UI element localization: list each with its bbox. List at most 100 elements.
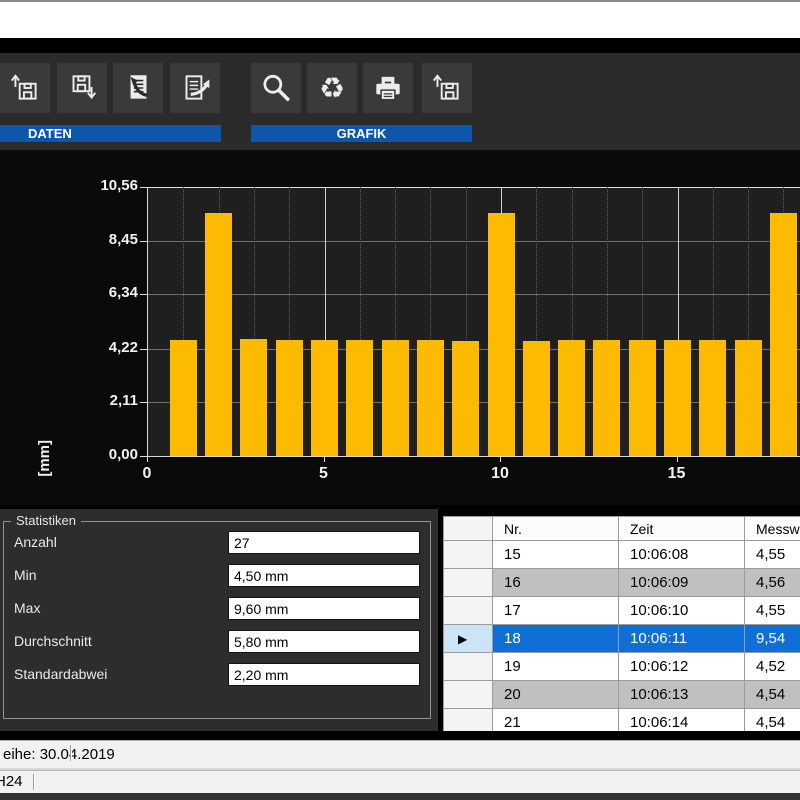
cell-zeit[interactable]: 10:06:11 <box>619 625 745 653</box>
y-tick-label: 0,00 <box>78 446 138 463</box>
import-document-button[interactable] <box>113 63 163 113</box>
row-selector-cell[interactable] <box>444 653 493 681</box>
chart-bar <box>382 340 409 456</box>
export-document-button[interactable] <box>170 63 220 113</box>
stat-label: Anzahl <box>14 534 57 550</box>
cell-nr[interactable]: 19 <box>493 653 619 681</box>
x-tick-label: 15 <box>655 465 699 483</box>
stat-value-field[interactable] <box>228 663 420 686</box>
table-row[interactable]: 2110:06:144,54 <box>444 709 800 732</box>
y-tick-mark <box>140 187 147 188</box>
table-row[interactable]: 2010:06:134,54 <box>444 681 800 709</box>
table-row[interactable]: 1710:06:104,55 <box>444 597 800 625</box>
chart-plot <box>147 187 800 457</box>
load-data-button[interactable] <box>0 63 50 113</box>
cell-messwert[interactable]: 4,52 <box>745 653 800 681</box>
cell-nr[interactable]: 17 <box>493 597 619 625</box>
cell-nr[interactable]: 18 <box>493 625 619 653</box>
cell-messwert[interactable]: 4,54 <box>745 709 800 732</box>
printer-icon <box>371 71 405 105</box>
bottom-section: Statistiken AnzahlMinMaxDurchschnittStan… <box>0 505 800 738</box>
toolbar: ♻ DATEN GRAFIK <box>0 53 800 150</box>
cell-zeit[interactable]: 10:06:08 <box>619 541 745 569</box>
print-button[interactable] <box>363 63 413 113</box>
cell-messwert[interactable]: 4,54 <box>745 681 800 709</box>
row-selector-cell[interactable] <box>444 681 493 709</box>
stat-value-field[interactable] <box>228 564 420 587</box>
row-selector-cell[interactable] <box>444 569 493 597</box>
cell-nr[interactable]: 20 <box>493 681 619 709</box>
cell-zeit[interactable]: 10:06:09 <box>619 569 745 597</box>
zoom-button[interactable] <box>251 63 301 113</box>
floppy-arrow-up-icon <box>8 71 42 105</box>
x-tick-mark <box>677 457 678 462</box>
y-tick-mark <box>140 241 147 242</box>
y-tick-label: 2,11 <box>78 392 138 409</box>
y-tick-mark <box>140 402 147 403</box>
document-arrow-out-icon <box>178 71 212 105</box>
x-tick-label: 0 <box>125 465 169 483</box>
y-tick-label: 4,22 <box>78 339 138 356</box>
row-selector-cell[interactable] <box>444 541 493 569</box>
status-device-id: H24 <box>0 771 23 793</box>
chart-bar <box>452 341 479 456</box>
y-tick-mark <box>140 294 147 295</box>
cell-zeit[interactable]: 10:06:13 <box>619 681 745 709</box>
y-tick-mark <box>140 456 147 457</box>
table-row[interactable]: 1910:06:124,52 <box>444 653 800 681</box>
status-separator <box>33 774 35 790</box>
toolbar-group-daten-label: DATEN <box>0 125 221 142</box>
chart-bar <box>735 340 762 456</box>
floppy-arrow-down-icon <box>65 71 99 105</box>
stat-label: Durchschnitt <box>14 633 92 649</box>
current-row-marker[interactable]: ▶ <box>444 625 493 653</box>
save-graphic-button[interactable] <box>422 63 472 113</box>
x-tick-mark <box>324 457 325 462</box>
column-header[interactable]: Messwert <box>745 517 800 541</box>
cell-nr[interactable]: 15 <box>493 541 619 569</box>
column-header[interactable]: Nr. <box>493 517 619 541</box>
cell-zeit[interactable]: 10:06:12 <box>619 653 745 681</box>
row-selector-cell[interactable] <box>444 709 493 732</box>
cell-zeit[interactable]: 10:06:14 <box>619 709 745 732</box>
chart-bar <box>240 339 267 456</box>
save-data-button[interactable] <box>57 63 107 113</box>
table-row[interactable]: ▶1810:06:119,54 <box>444 625 800 653</box>
cell-messwert[interactable]: 4,55 <box>745 541 800 569</box>
x-tick-mark <box>147 457 148 462</box>
chart-bar <box>488 213 515 456</box>
status-bar-top: eihe: 30.04.2019 <box>0 740 800 768</box>
table-row[interactable]: 1510:06:084,55 <box>444 541 800 569</box>
document-arrow-in-icon <box>121 71 155 105</box>
stat-value-field[interactable] <box>228 630 420 653</box>
statistics-panel: Statistiken AnzahlMinMaxDurchschnittStan… <box>0 509 438 731</box>
app-title-bar <box>0 38 800 53</box>
stat-label: Min <box>14 567 37 583</box>
y-tick-label: 10,56 <box>78 177 138 194</box>
refresh-button[interactable]: ♻ <box>307 63 357 113</box>
stat-value-field[interactable] <box>228 597 420 620</box>
chart-bar <box>276 340 303 456</box>
cell-messwert[interactable]: 9,54 <box>745 625 800 653</box>
table-row[interactable]: 1610:06:094,56 <box>444 569 800 597</box>
column-header[interactable]: Zeit <box>619 517 745 541</box>
cell-nr[interactable]: 16 <box>493 569 619 597</box>
x-tick-label: 10 <box>478 465 522 483</box>
stat-value-field[interactable] <box>228 531 420 554</box>
row-selector-cell[interactable] <box>444 597 493 625</box>
floppy-arrow-up-icon <box>430 71 464 105</box>
chart-bar <box>311 340 338 456</box>
chart-bar <box>770 213 797 456</box>
recycle-icon: ♻ <box>319 74 345 103</box>
row-selector-header <box>444 517 493 541</box>
cell-messwert[interactable]: 4,56 <box>745 569 800 597</box>
statistics-groupbox: Statistiken AnzahlMinMaxDurchschnittStan… <box>3 521 431 719</box>
y-axis-title: [mm] <box>36 440 53 477</box>
cell-messwert[interactable]: 4,55 <box>745 597 800 625</box>
cell-zeit[interactable]: 10:06:10 <box>619 597 745 625</box>
measurement-table[interactable]: Nr.ZeitMesswert1510:06:084,551610:06:094… <box>443 516 800 731</box>
statistics-title: Statistiken <box>11 514 81 528</box>
status-bar-bottom: H24 <box>0 770 800 793</box>
chart-bar <box>664 340 691 456</box>
cell-nr[interactable]: 21 <box>493 709 619 732</box>
